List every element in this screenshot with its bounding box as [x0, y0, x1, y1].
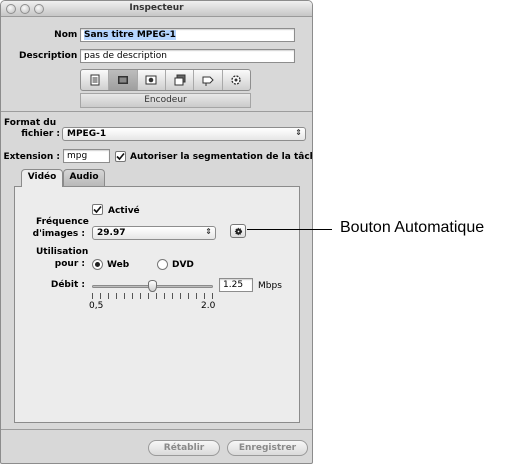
revert-button[interactable]: Rétablir [148, 440, 220, 456]
encoder-icon [117, 76, 128, 84]
checkmark-icon [116, 152, 125, 161]
name-field[interactable]: Sans titre MPEG-1 [80, 28, 295, 42]
pane-button-geometry[interactable] [166, 70, 195, 90]
encoder-section-header: Encodeur [80, 93, 251, 108]
segmentation-label: Autoriser la segmentation de la tâche [130, 152, 313, 162]
slider-min-label: 0,5 [89, 301, 104, 311]
filters-icon [145, 75, 157, 85]
format-label-line1: Format du [4, 118, 57, 128]
settings-gear-icon [231, 75, 241, 85]
bitrate-slider-thumb[interactable] [148, 280, 157, 292]
framerate-label-line2: d'images : [32, 229, 85, 239]
usage-dvd-radio[interactable] [157, 259, 168, 270]
slider-tick [188, 293, 189, 299]
pane-button-filters[interactable] [138, 70, 166, 90]
slider-tick [196, 293, 197, 299]
automatic-button[interactable] [230, 224, 246, 238]
window-title: Inspecteur [129, 3, 184, 13]
tab-video[interactable]: Vidéo [21, 169, 63, 187]
geometry-icon [174, 74, 186, 86]
pane-button-summary[interactable] [81, 70, 110, 90]
format-label-line2: fichier : [21, 129, 60, 139]
description-label: Description : [19, 51, 84, 61]
slider-max-label: 2.0 [201, 301, 216, 311]
slider-tick [164, 293, 165, 299]
callout-label: Bouton Automatique [340, 219, 485, 236]
usage-web-label: Web [107, 260, 130, 270]
slider-tick [212, 293, 213, 299]
slider-tick [132, 293, 133, 299]
slider-tick [204, 293, 205, 299]
save-button[interactable]: Enregistrer [227, 440, 308, 456]
slider-tick [172, 293, 173, 299]
pane-button-actions[interactable] [194, 70, 223, 90]
extension-label: Extension : [3, 152, 60, 162]
framerate-popup[interactable]: 29.97 ⇕ [92, 226, 216, 240]
file-format-value: MPEG-1 [67, 129, 107, 139]
gear-icon [234, 227, 242, 235]
bitrate-field[interactable]: 1.25 [219, 278, 253, 292]
callout-line [247, 229, 332, 230]
slider-ticks [92, 293, 213, 300]
slider-tick [100, 293, 101, 299]
bitrate-unit: Mbps [258, 281, 282, 291]
extension-field[interactable]: mpg [63, 149, 110, 163]
video-enabled-checkbox[interactable] [92, 204, 103, 215]
tab-audio[interactable]: Audio [63, 169, 105, 186]
segmentation-checkbox[interactable] [115, 151, 126, 162]
section-divider [1, 111, 312, 112]
slider-tick [148, 293, 149, 299]
pane-button-encoder[interactable] [109, 70, 138, 90]
slider-tick [180, 293, 181, 299]
pane-button-settings[interactable] [223, 70, 250, 90]
summary-icon [90, 74, 100, 86]
slider-tick [108, 293, 109, 299]
usage-label-line1: Utilisation [36, 247, 89, 257]
slider-tick [124, 293, 125, 299]
framerate-value: 29.97 [97, 228, 126, 238]
inspector-window: Inspecteur Nom : Sans titre MPEG-1 Descr… [0, 0, 313, 464]
video-enabled-label: Activé [108, 206, 140, 216]
bitrate-label: Débit : [50, 280, 85, 290]
inspector-pane-buttons [80, 69, 251, 91]
framerate-label-line1: Fréquence [36, 217, 89, 227]
radio-selected-dot [95, 262, 100, 267]
usage-dvd-label: DVD [172, 260, 194, 270]
title-bar[interactable]: Inspecteur [1, 1, 312, 17]
description-field[interactable]: pas de description [80, 49, 295, 63]
usage-label-line2: pour : [54, 259, 85, 269]
actions-icon [202, 76, 214, 86]
slider-tick [92, 293, 93, 299]
slider-tick [140, 293, 141, 299]
usage-web-radio[interactable] [92, 259, 103, 270]
slider-tick [116, 293, 117, 299]
footer-divider [1, 429, 312, 430]
slider-tick [156, 293, 157, 299]
file-format-popup[interactable]: MPEG-1 ⇕ [62, 127, 306, 141]
popup-arrows-icon: ⇕ [295, 128, 302, 137]
checkmark-icon [93, 205, 102, 214]
popup-arrows-icon: ⇕ [205, 227, 212, 236]
